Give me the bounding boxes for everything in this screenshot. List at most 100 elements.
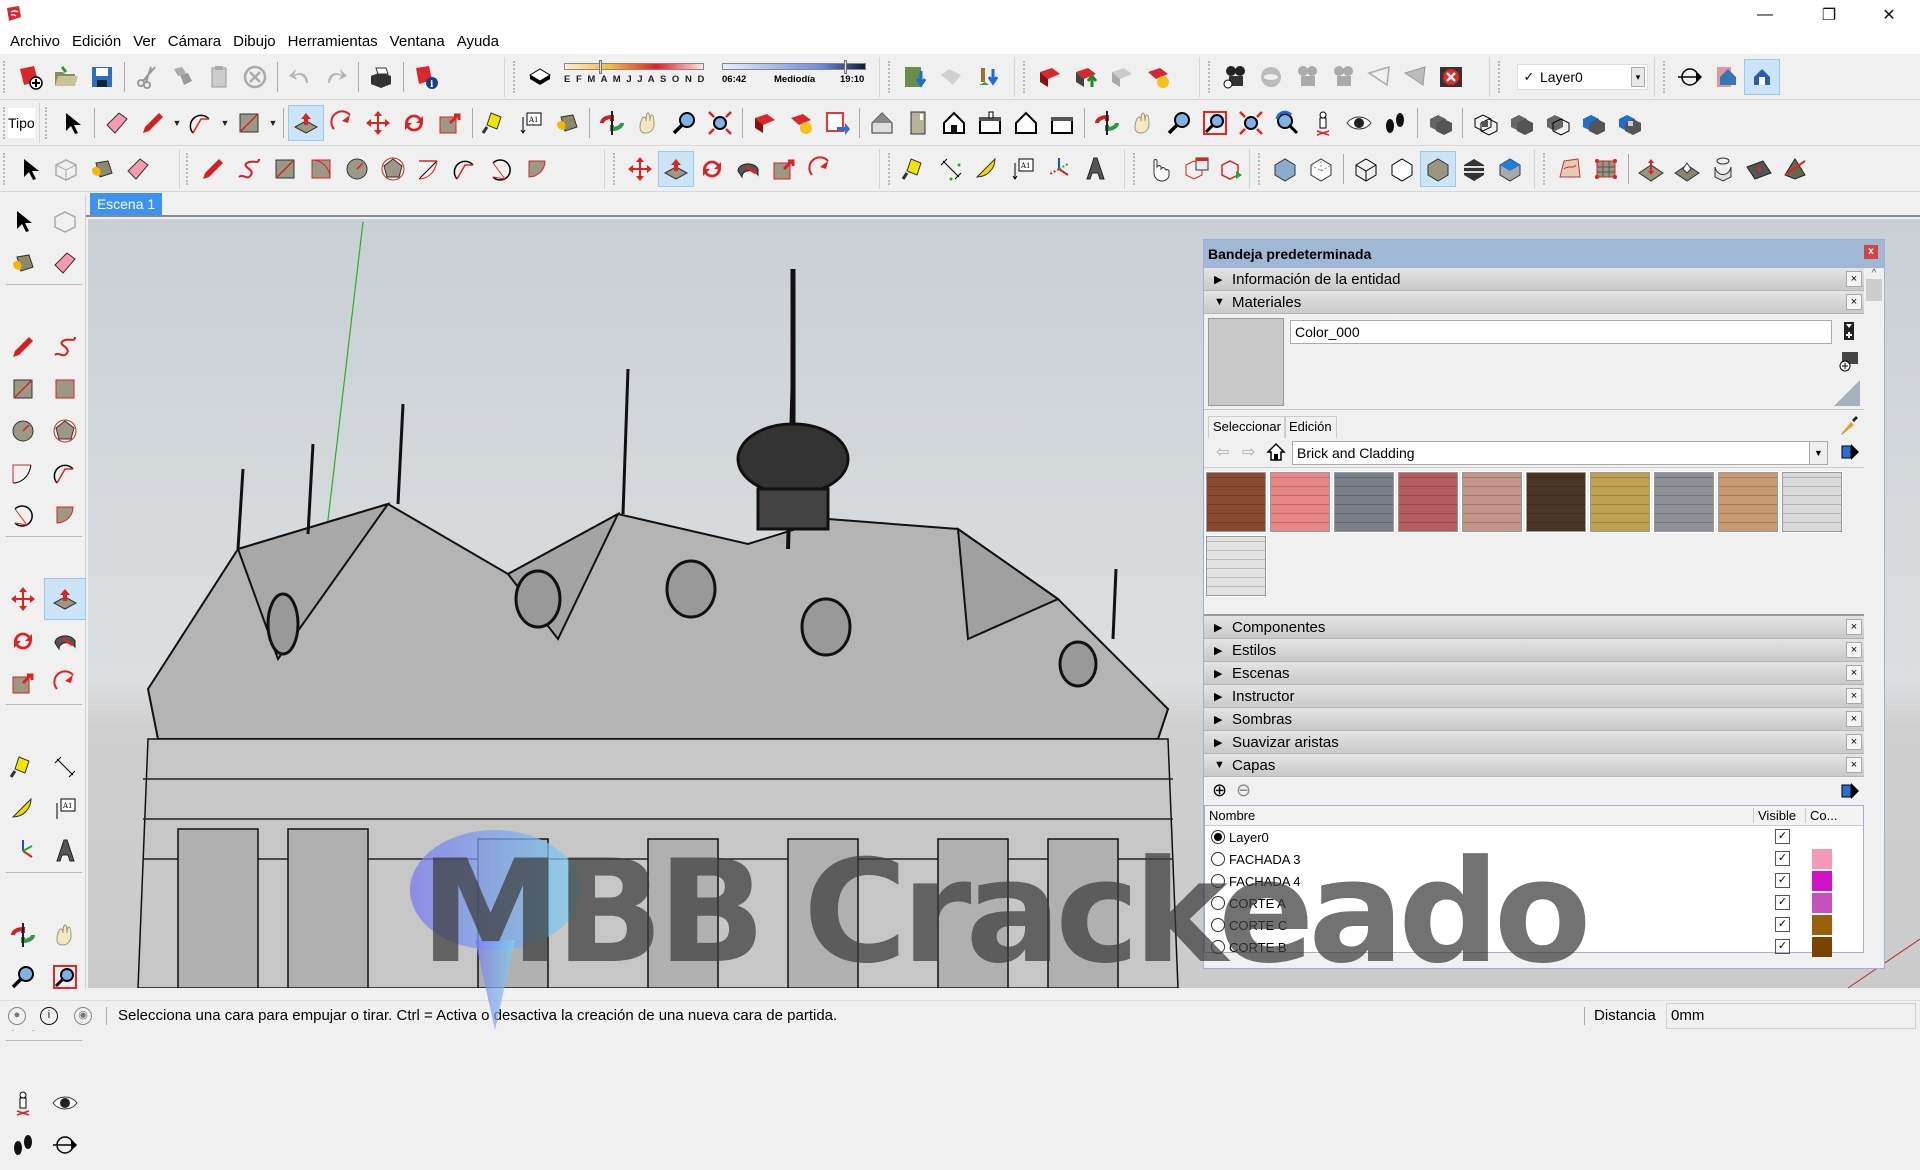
line-icon[interactable]: [2, 326, 44, 368]
menu-camara[interactable]: Cámara: [162, 30, 227, 54]
close-panel-button[interactable]: ×: [1846, 642, 1862, 658]
iso-view-icon[interactable]: [864, 105, 900, 141]
menu-ayuda[interactable]: Ayuda: [451, 30, 505, 54]
wireframe-icon[interactable]: [1348, 151, 1384, 187]
zoom-window-icon[interactable]: [1197, 105, 1233, 141]
eraser-icon[interactable]: [120, 151, 156, 187]
walk-icon[interactable]: [1377, 105, 1413, 141]
material-swatch-brick-red[interactable]: [1205, 471, 1267, 533]
rotated-rectangle-icon[interactable]: [303, 151, 339, 187]
info-icon[interactable]: i: [40, 1007, 58, 1025]
move-icon[interactable]: [622, 151, 658, 187]
tape-measure-icon[interactable]: [897, 151, 933, 187]
move-icon[interactable]: [360, 105, 396, 141]
arc-icon[interactable]: [411, 151, 447, 187]
interact-icon[interactable]: [1142, 151, 1178, 187]
line-icon[interactable]: [195, 151, 231, 187]
toggle-terrain-icon[interactable]: [933, 59, 969, 95]
protractor-icon[interactable]: [969, 151, 1005, 187]
select-icon[interactable]: [12, 151, 48, 187]
front-view-icon[interactable]: [936, 105, 972, 141]
eraser-icon[interactable]: [99, 105, 135, 141]
copy-icon[interactable]: [165, 59, 201, 95]
zoom-icon[interactable]: [666, 105, 702, 141]
menu-dibujo[interactable]: Dibujo: [227, 30, 282, 54]
close-tray-button[interactable]: x: [1864, 245, 1878, 259]
3-point-arc-icon[interactable]: [2, 494, 44, 536]
previous-view-icon[interactable]: [1269, 105, 1305, 141]
hidden-line-icon[interactable]: [1384, 151, 1420, 187]
photo-texture-icon[interactable]: [969, 59, 1005, 95]
back-view-icon[interactable]: [1008, 105, 1044, 141]
layer-color-swatch[interactable]: [1812, 893, 1832, 913]
position-camera-icon[interactable]: [1305, 105, 1341, 141]
make-component-icon[interactable]: [44, 200, 86, 242]
section-plane-icon[interactable]: [1672, 59, 1708, 95]
close-panel-button[interactable]: ×: [1846, 294, 1862, 310]
tab-edit[interactable]: Edición: [1284, 416, 1337, 438]
rectangle-icon[interactable]: [267, 151, 303, 187]
minimize-button[interactable]: —: [1742, 0, 1788, 30]
col-name[interactable]: Nombre: [1209, 808, 1255, 823]
back-edges-icon[interactable]: [1303, 151, 1339, 187]
panel-sombras[interactable]: ▶ Sombras ×: [1204, 708, 1864, 731]
cut-icon[interactable]: [129, 59, 165, 95]
zoom-extents-icon[interactable]: [702, 105, 738, 141]
2-point-arc-icon[interactable]: [447, 151, 483, 187]
subtract-icon[interactable]: [1539, 105, 1575, 141]
chevron-down-icon[interactable]: ▼: [171, 105, 183, 141]
axes-icon[interactable]: [1041, 151, 1077, 187]
material-swatch-white-siding[interactable]: [1781, 471, 1843, 533]
active-layer-radio[interactable]: [1211, 830, 1225, 844]
pan-icon[interactable]: [1125, 105, 1161, 141]
follow-me-icon[interactable]: [730, 151, 766, 187]
delete-icon[interactable]: [237, 59, 273, 95]
lock-camera-icon[interactable]: [1289, 59, 1325, 95]
visible-checkbox[interactable]: ✓: [1775, 873, 1790, 888]
tray-scrollbar[interactable]: ^: [1864, 268, 1884, 968]
tape-measure-icon[interactable]: [477, 105, 513, 141]
component-options-icon[interactable]: [1178, 151, 1214, 187]
new-file-icon[interactable]: [12, 59, 48, 95]
outer-shell-icon[interactable]: [1422, 105, 1458, 141]
paint-bucket-icon[interactable]: [2, 242, 44, 284]
look-through-camera-icon[interactable]: [1253, 59, 1289, 95]
orbit-icon[interactable]: [594, 105, 630, 141]
layer-color-swatch[interactable]: [1812, 849, 1832, 869]
top-view-icon[interactable]: [900, 105, 936, 141]
send-to-layout-icon[interactable]: [819, 105, 855, 141]
time-slider-thumb[interactable]: [844, 60, 848, 74]
protractor-icon[interactable]: [2, 788, 44, 830]
create-camera-icon[interactable]: [1217, 59, 1253, 95]
menu-ventana[interactable]: Ventana: [384, 30, 451, 54]
from-scratch-icon[interactable]: [1588, 151, 1624, 187]
layer-color-swatch[interactable]: [1812, 937, 1832, 957]
panel-materials[interactable]: ▼ Materiales ×: [1204, 291, 1864, 314]
left-view-icon[interactable]: [1044, 105, 1080, 141]
panel-escenas[interactable]: ▶ Escenas ×: [1204, 662, 1864, 685]
display-secondary-pane-icon[interactable]: [1838, 350, 1860, 372]
split-icon[interactable]: [1611, 105, 1647, 141]
polygon-icon[interactable]: [44, 410, 86, 452]
material-swatch-granite-blocks[interactable]: [1333, 471, 1395, 533]
paint-bucket-icon[interactable]: [549, 105, 585, 141]
orbit-icon[interactable]: [1089, 105, 1125, 141]
redo-icon[interactable]: [318, 59, 354, 95]
rectangle-icon[interactable]: [231, 105, 267, 141]
active-layer-radio[interactable]: [1211, 918, 1225, 932]
extension-warehouse-icon[interactable]: [1140, 59, 1176, 95]
active-layer-radio[interactable]: [1211, 896, 1225, 910]
select-icon[interactable]: [2, 200, 44, 242]
right-view-icon[interactable]: [972, 105, 1008, 141]
select-icon[interactable]: [54, 105, 90, 141]
create-material-icon[interactable]: [1838, 320, 1860, 342]
arc-icon[interactable]: [2, 452, 44, 494]
model-info-icon[interactable]: i: [408, 59, 444, 95]
follow-me-icon[interactable]: [44, 620, 86, 662]
share-component-icon[interactable]: [1104, 59, 1140, 95]
arc-icon[interactable]: [183, 105, 219, 141]
look-around-icon[interactable]: [1341, 105, 1377, 141]
layer-color-swatch[interactable]: [1812, 915, 1832, 935]
3d-warehouse-icon[interactable]: [747, 105, 783, 141]
paint-bucket-icon[interactable]: [84, 151, 120, 187]
